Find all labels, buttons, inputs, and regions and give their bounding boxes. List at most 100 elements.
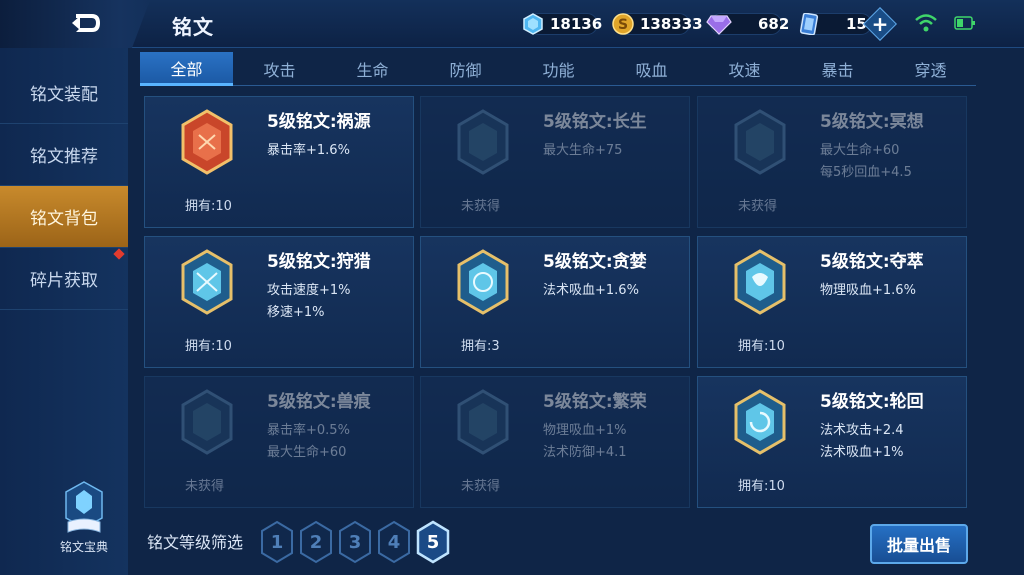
sidebar-item-equip[interactable]: 铭文装配 [0, 62, 128, 124]
inscription-stat: 暴击率+1.6% [267, 143, 350, 158]
category-tabs: 全部 攻击 生命 防御 功能 吸血 攻速 暴击 穿透 [140, 52, 976, 86]
top-bar: 铭文 18136 S 138333 682 15 + [0, 0, 1024, 48]
locked-inscription-icon [734, 109, 786, 175]
sidebar-item-fragments[interactable]: 碎片获取 [0, 248, 128, 310]
level-number: 1 [270, 531, 284, 553]
blue-inscription-icon [734, 249, 786, 315]
level-filter-1[interactable]: 1 [260, 520, 294, 564]
sidebar-item-recommend[interactable]: 铭文推荐 [0, 124, 128, 186]
inscription-stat: 最大生命+60 [820, 143, 900, 158]
inscription-stat: 法术防御+4.1 [543, 445, 627, 460]
inscription-card[interactable]: 5级铭文:夺萃 物理吸血+1.6% 拥有:10 [697, 236, 967, 368]
blue-inscription-icon [457, 249, 509, 315]
book-crystal-icon [65, 481, 103, 533]
codex-button[interactable]: 铭文宝典 [56, 478, 112, 558]
owned-count: 拥有:10 [185, 199, 232, 214]
page-title: 铭文 [172, 15, 214, 39]
level-filter-4[interactable]: 4 [377, 520, 411, 564]
blue-inscription-icon [181, 249, 233, 315]
inscription-card[interactable]: 5级铭文:兽痕 暴击率+0.5% 最大生命+60 未获得 [144, 376, 414, 508]
inscription-card[interactable]: 5级铭文:祸源 暴击率+1.6% 拥有:10 [144, 96, 414, 228]
inscription-name: 5级铭文:祸源 [267, 112, 371, 132]
inscription-stat: 移速+1% [267, 305, 325, 320]
inscription-stat: 每5秒回血+4.5 [820, 165, 912, 180]
inscription-stat: 物理吸血+1% [543, 423, 627, 438]
gem-value: 682 [758, 15, 790, 33]
inscription-stat: 法术攻击+2.4 [820, 423, 904, 438]
svg-text:S: S [618, 17, 628, 33]
level-number: 3 [348, 531, 362, 553]
owned-count: 拥有:10 [185, 339, 232, 354]
add-resource-button[interactable]: + [863, 7, 897, 41]
owned-count: 未获得 [185, 479, 225, 494]
diamond-counter: 18136 [522, 11, 602, 37]
level-number: 4 [387, 531, 401, 553]
tab-critical[interactable]: 暴击 [791, 52, 884, 86]
owned-count: 未获得 [461, 199, 501, 214]
level-filter-2[interactable]: 2 [299, 520, 333, 564]
tab-attack-speed[interactable]: 攻速 [698, 52, 791, 86]
plus-icon: + [871, 12, 889, 36]
inscription-stat: 暴击率+0.5% [267, 423, 350, 438]
back-button[interactable] [0, 0, 150, 48]
inscription-card[interactable]: 5级铭文:繁荣 物理吸血+1% 法术防御+4.1 未获得 [420, 376, 690, 508]
inscription-name: 5级铭文:长生 [543, 112, 647, 132]
inscription-name: 5级铭文:轮回 [820, 392, 924, 412]
locked-inscription-icon [457, 389, 509, 455]
purple-gem-icon [706, 15, 732, 35]
inscription-name: 5级铭文:狩猎 [267, 252, 371, 272]
inscription-stat: 最大生命+60 [267, 445, 347, 460]
tab-defense[interactable]: 防御 [419, 52, 512, 86]
inscription-name: 5级铭文:冥想 [820, 112, 924, 132]
blue-inscription-icon [734, 389, 786, 455]
tab-health[interactable]: 生命 [326, 52, 419, 86]
red-inscription-icon [181, 109, 233, 175]
wifi-icon [915, 14, 937, 32]
gold-value: 138333 [640, 15, 703, 33]
gold-coin-icon: S [612, 13, 634, 35]
inscription-name: 5级铭文:夺萃 [820, 252, 924, 272]
inscription-card[interactable]: 5级铭文:长生 最大生命+75 未获得 [420, 96, 690, 228]
owned-count: 拥有:10 [738, 479, 785, 494]
inscription-name: 5级铭文:贪婪 [543, 252, 647, 272]
codex-label: 铭文宝典 [59, 540, 108, 554]
ticket-card-icon [799, 13, 819, 35]
back-arrow-icon [72, 14, 100, 32]
card-counter: 15 [798, 11, 867, 37]
sidebar-item-label: 碎片获取 [30, 271, 98, 291]
sidebar-item-label: 铭文推荐 [30, 147, 98, 167]
inscription-stat: 最大生命+75 [543, 143, 623, 158]
tab-all[interactable]: 全部 [140, 52, 233, 86]
inscription-stat: 法术吸血+1% [820, 445, 904, 460]
owned-count: 未获得 [738, 199, 778, 214]
level-filter-label: 铭文等级筛选 [147, 533, 244, 552]
locked-inscription-icon [181, 389, 233, 455]
inscription-card[interactable]: 5级铭文:冥想 最大生命+60 每5秒回血+4.5 未获得 [697, 96, 967, 228]
owned-count: 拥有:10 [738, 339, 785, 354]
gold-counter: S 138333 [612, 11, 703, 37]
tab-attack[interactable]: 攻击 [233, 52, 326, 86]
inscription-card[interactable]: 5级铭文:狩猎 攻击速度+1% 移速+1% 拥有:10 [144, 236, 414, 368]
owned-count: 未获得 [461, 479, 501, 494]
battery-icon [954, 16, 975, 30]
inscription-card[interactable]: 5级铭文:轮回 法术攻击+2.4 法术吸血+1% 拥有:10 [697, 376, 967, 508]
blue-crystal-icon [523, 13, 543, 35]
level-filter-5[interactable]: 5 [416, 520, 450, 564]
locked-inscription-icon [457, 109, 509, 175]
tab-utility[interactable]: 功能 [512, 52, 605, 86]
gem-counter: 682 [706, 11, 789, 37]
tab-penetration[interactable]: 穿透 [884, 52, 977, 86]
inscription-card[interactable]: 5级铭文:贪婪 法术吸血+1.6% 拥有:3 [420, 236, 690, 368]
level-filter-3[interactable]: 3 [338, 520, 372, 564]
owned-count: 拥有:3 [461, 339, 500, 354]
sidebar-item-backpack[interactable]: 铭文背包 [0, 186, 128, 248]
inscription-stat: 法术吸血+1.6% [543, 283, 639, 298]
inscription-name: 5级铭文:繁荣 [543, 392, 647, 412]
inscription-stat: 物理吸血+1.6% [820, 283, 916, 298]
sidebar-item-label: 铭文装配 [30, 85, 98, 105]
tab-lifesteal[interactable]: 吸血 [605, 52, 698, 86]
batch-sell-button[interactable]: 批量出售 [870, 524, 968, 564]
level-number: 2 [309, 531, 323, 553]
inscription-name: 5级铭文:兽痕 [267, 392, 371, 412]
sidebar-item-label: 铭文背包 [30, 209, 98, 229]
